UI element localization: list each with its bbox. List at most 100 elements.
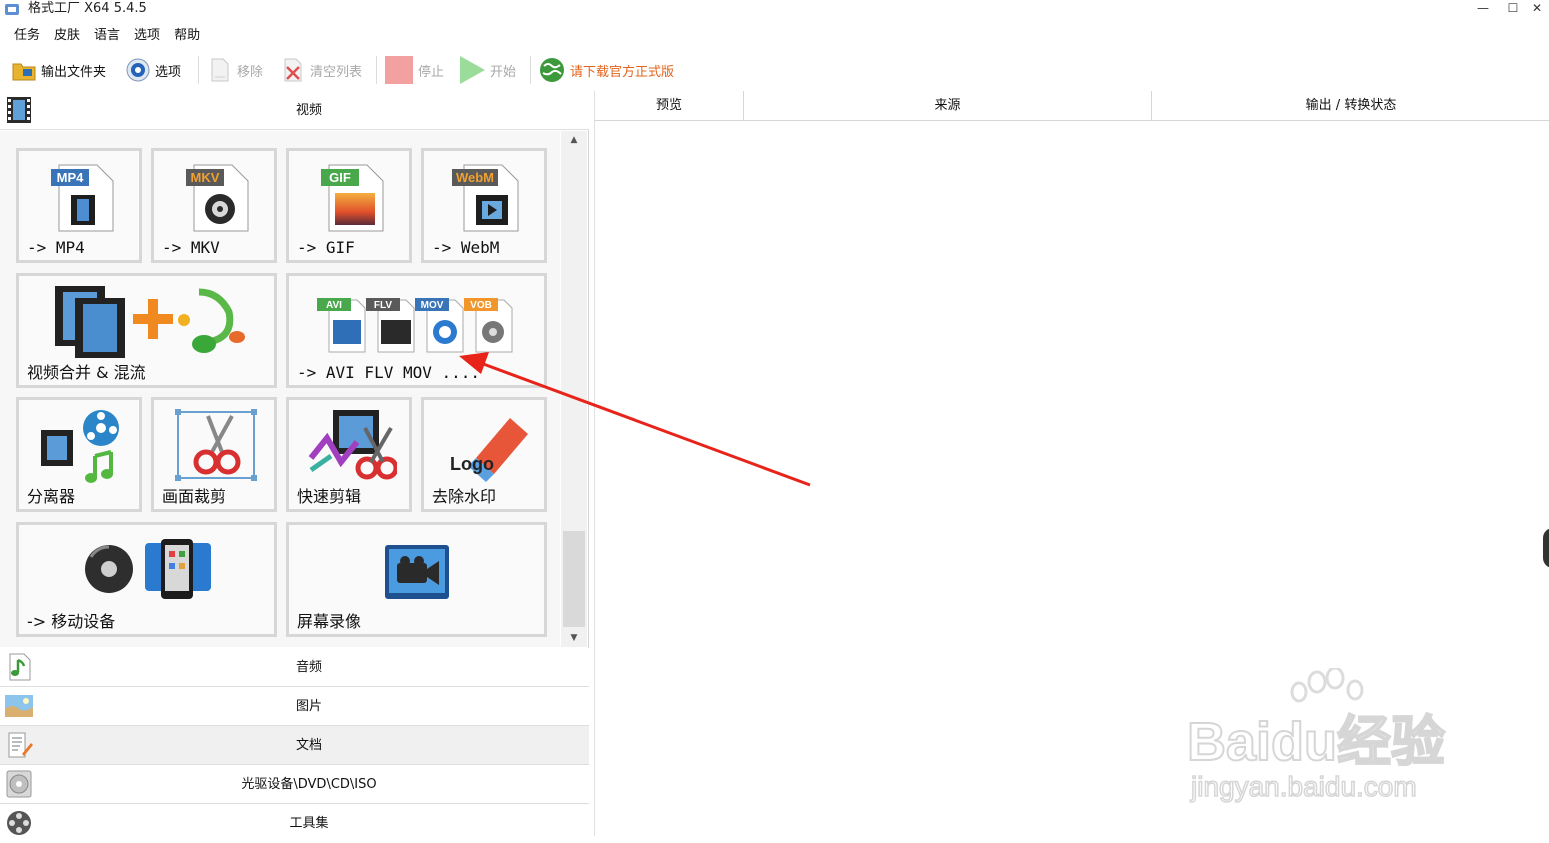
clear-list-button[interactable]: 清空列表 (280, 52, 362, 88)
output-folder-button[interactable]: 输出文件夹 (11, 52, 106, 88)
download-official-button[interactable]: 请下载官方正式版 (538, 52, 674, 88)
quick-clip-icon (308, 410, 397, 480)
category-panel: 视频 MP4 -> MP4 MKV -> MKV GIF -> GIF WebM… (0, 91, 589, 836)
tile-to-avi-flv-mov[interactable]: AVI FLV MOV VOB -> AVI FLV MOV .... (286, 273, 547, 388)
tile-to-mp4[interactable]: MP4 -> MP4 (16, 148, 142, 263)
maximize-button[interactable]: ☐ (1496, 0, 1530, 18)
tile-splitter-label: 分离器 (27, 487, 76, 506)
category-picture[interactable]: 图片 (0, 687, 589, 726)
svg-text:MP4: MP4 (57, 170, 85, 185)
category-tools[interactable]: 工具集 (0, 804, 589, 836)
clear-list-icon (284, 58, 302, 82)
scroll-up-arrow-icon[interactable]: ▲ (561, 131, 587, 149)
svg-text:Logo: Logo (450, 454, 494, 474)
mkv-file-icon: MKV (186, 164, 249, 232)
tile-video-merge-label: 视频合并 & 混流 (27, 363, 146, 382)
window-title: 格式工厂 X64 5.4.5 (28, 1, 147, 16)
menu-skin[interactable]: 皮肤 (47, 24, 87, 48)
screen-record-icon (385, 545, 449, 599)
tile-quick-clip[interactable]: 快速剪辑 (286, 397, 412, 512)
title-bar: 格式工厂 X64 5.4.5 — ☐ ✕ (0, 0, 1549, 20)
category-audio-label: 音频 (295, 660, 322, 675)
tile-screen-record-label: 屏幕录像 (297, 612, 362, 631)
tile-screen-record[interactable]: 屏幕录像 (286, 522, 547, 637)
video-tools-grid: MP4 -> MP4 MKV -> MKV GIF -> GIF WebM ->… (0, 131, 560, 647)
tile-to-mobile-device[interactable]: -> 移动设备 (16, 522, 277, 637)
splitter-icon (41, 410, 119, 483)
app-icon (5, 4, 19, 15)
gif-file-icon: GIF (321, 164, 384, 232)
scroll-down-arrow-icon[interactable]: ▼ (561, 629, 587, 647)
toolbar-separator (198, 56, 199, 84)
remove-button[interactable]: 移除 (207, 52, 263, 88)
category-disc-device[interactable]: 光驱设备\DVD\CD\ISO (0, 765, 589, 804)
floating-widget-edge (1543, 528, 1549, 568)
multi-format-icon: AVI FLV MOV VOB (317, 298, 513, 353)
play-icon (460, 56, 485, 84)
gear-icon (126, 58, 150, 82)
menu-bar: 任务 皮肤 语言 选项 帮助 (0, 24, 207, 48)
menu-language[interactable]: 语言 (87, 24, 127, 48)
tile-crop[interactable]: 画面裁剪 (151, 397, 277, 512)
tile-to-mobile-device-label: -> 移动设备 (27, 612, 116, 631)
svg-text:Baidu经验: Baidu经验 (1187, 712, 1445, 772)
svg-text:MOV: MOV (421, 300, 444, 311)
tile-to-webm[interactable]: WebM -> WebM (421, 148, 547, 263)
minimize-button[interactable]: — (1466, 0, 1500, 18)
stop-button[interactable]: 停止 (384, 52, 444, 88)
menu-task[interactable]: 任务 (0, 24, 47, 48)
close-button[interactable]: ✕ (1526, 0, 1548, 18)
mp4-file-icon: MP4 (51, 164, 114, 232)
eraser-icon: Logo (450, 418, 528, 482)
category-tools-label: 工具集 (289, 816, 329, 831)
tile-to-webm-label: -> WebM (432, 238, 500, 257)
tile-remove-watermark-label: 去除水印 (432, 487, 497, 506)
options-button[interactable]: 选项 (125, 52, 181, 88)
svg-text:VOB: VOB (470, 300, 492, 311)
folder-icon (12, 63, 36, 81)
svg-text:GIF: GIF (329, 170, 351, 185)
stop-icon (385, 56, 413, 84)
svg-text:WebM: WebM (456, 170, 494, 185)
svg-text:jingyan.baidu.com: jingyan.baidu.com (1190, 771, 1417, 802)
tile-crop-label: 画面裁剪 (162, 487, 227, 506)
tile-video-merge[interactable]: 视频合并 & 混流 (16, 273, 277, 388)
column-source[interactable]: 来源 (744, 91, 1152, 121)
tile-remove-watermark[interactable]: Logo 去除水印 (421, 397, 547, 512)
category-document-label: 文档 (295, 738, 322, 753)
tile-to-mp4-label: -> MP4 (27, 238, 85, 257)
video-merge-icon (55, 286, 245, 358)
menu-help[interactable]: 帮助 (167, 24, 207, 48)
tools-scrollbar[interactable]: ▲ ▼ (561, 131, 587, 647)
toolbar-separator (530, 56, 531, 84)
crop-scissors-icon (175, 409, 257, 481)
tile-to-gif[interactable]: GIF -> GIF (286, 148, 412, 263)
baidu-watermark: Baidu经验 jingyan.baidu.com (1186, 668, 1446, 803)
tile-to-gif-label: -> GIF (297, 238, 355, 257)
start-button[interactable]: 开始 (458, 52, 516, 88)
toolbar-separator (376, 56, 377, 84)
category-picture-label: 图片 (295, 699, 322, 714)
globe-icon (540, 58, 564, 82)
column-preview[interactable]: 预览 (595, 91, 744, 121)
menu-options[interactable]: 选项 (127, 24, 167, 48)
category-video[interactable]: 视频 (0, 91, 589, 130)
tile-to-avi-flv-mov-label: -> AVI FLV MOV .... (297, 363, 481, 382)
tile-to-mkv[interactable]: MKV -> MKV (151, 148, 277, 263)
category-video-label: 视频 (295, 103, 322, 118)
toolbar: 输出文件夹 选项 移除 清空列表 停止 开始 请下载官方正式版 (0, 52, 1549, 88)
category-document[interactable]: 文档 (0, 726, 589, 765)
scroll-thumb[interactable] (563, 531, 585, 627)
svg-text:AVI: AVI (326, 300, 342, 311)
category-disc-device-label: 光驱设备\DVD\CD\ISO (241, 777, 377, 792)
svg-text:FLV: FLV (374, 300, 392, 311)
mobile-device-icon (85, 539, 211, 599)
category-audio[interactable]: 音频 (0, 648, 589, 687)
tile-to-mkv-label: -> MKV (162, 238, 220, 257)
tile-quick-clip-label: 快速剪辑 (297, 487, 362, 506)
document-remove-icon (211, 58, 229, 82)
tile-splitter[interactable]: 分离器 (16, 397, 142, 512)
column-output-status[interactable]: 输出 / 转换状态 (1152, 91, 1549, 121)
svg-text:MKV: MKV (191, 170, 220, 185)
webm-file-icon: WebM (452, 164, 519, 232)
